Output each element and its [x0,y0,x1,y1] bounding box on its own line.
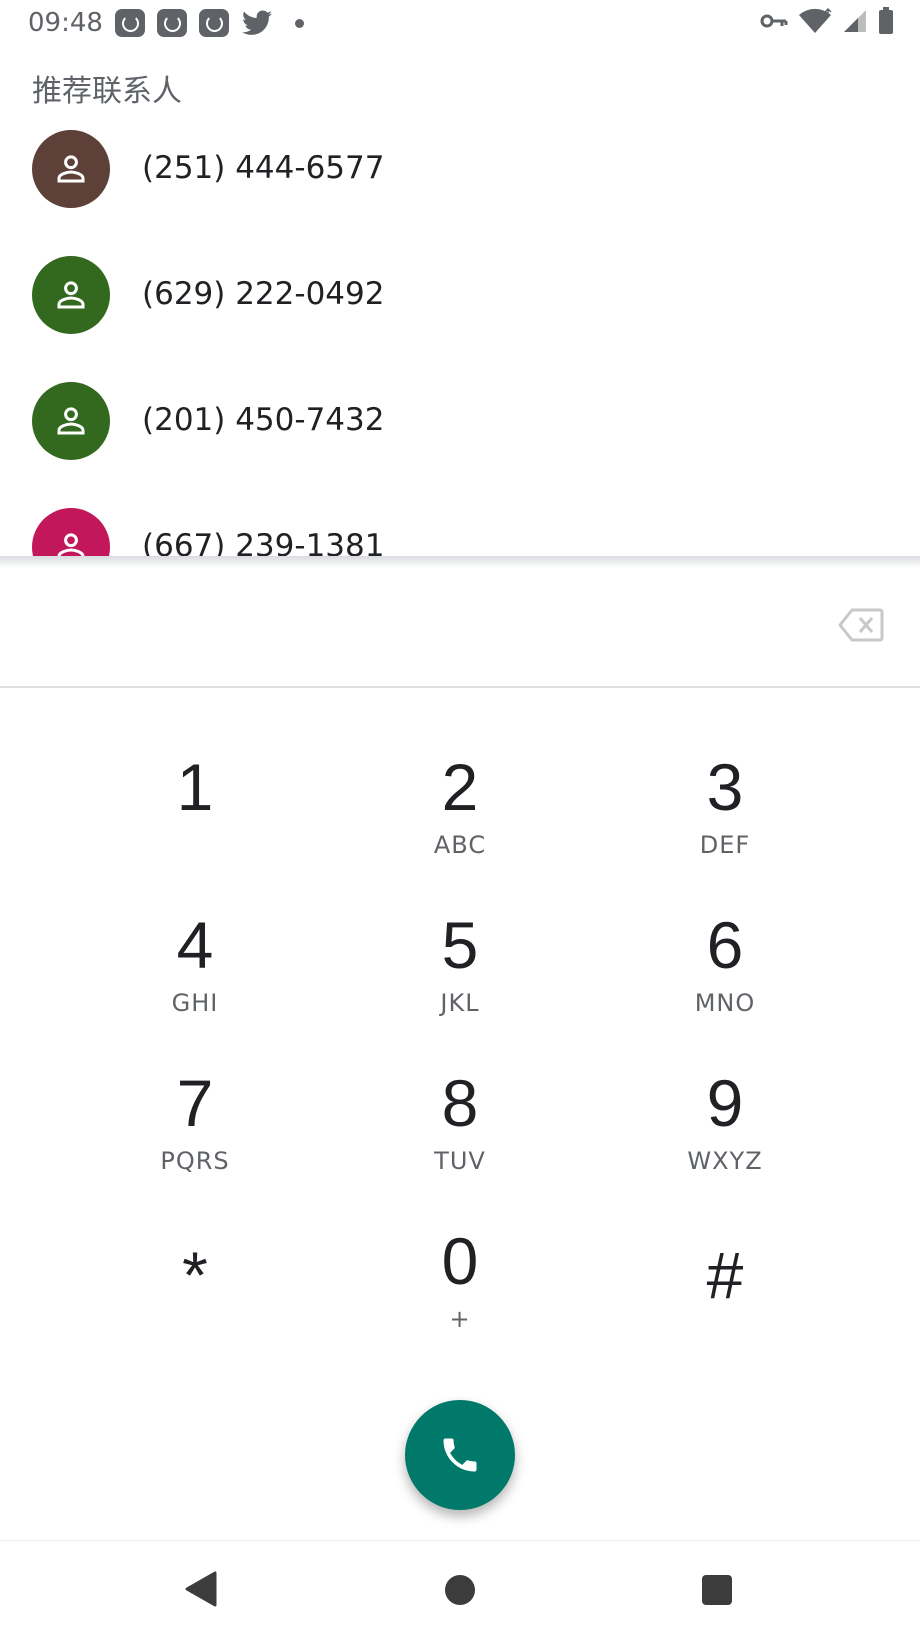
key-3[interactable]: 3 DEF [595,742,855,892]
key-2[interactable]: 2 ABC [330,742,590,892]
key-5[interactable]: 5 JKL [330,900,590,1050]
home-icon[interactable] [445,1575,475,1605]
digits-divider [0,686,920,688]
key-digit: 3 [706,750,744,824]
key-digit: 8 [441,1066,479,1140]
contact-row[interactable]: (251) 444-6577 [0,122,920,232]
key-letters: DEF [699,831,751,859]
key-digit: 5 [441,908,479,982]
back-icon[interactable] [183,1571,217,1611]
contact-number: (629) 222-0492 [142,276,385,312]
key-digit: 9 [706,1066,744,1140]
navigation-bar [0,1540,920,1637]
key-8[interactable]: 8 TUV [330,1058,590,1208]
key-letters: + [449,1305,471,1333]
contact-number: (201) 450-7432 [142,402,385,438]
recent-apps-icon[interactable] [702,1575,732,1605]
key-digit: # [706,1238,744,1312]
contact-avatar [32,508,110,556]
dialpad-top-shadow [0,556,920,568]
wifi-icon [798,7,832,39]
key-0[interactable]: 0 + [330,1216,590,1366]
key-9[interactable]: 9 WXYZ [595,1058,855,1208]
app-notification-icon [157,9,187,37]
twitter-icon [241,9,273,37]
status-time: 09:48 [28,8,103,38]
contact-row[interactable]: (201) 450-7432 [0,374,920,484]
key-6[interactable]: 6 MNO [595,900,855,1050]
key-1[interactable]: 1 [65,742,325,892]
contact-avatar [32,256,110,334]
key-pound[interactable]: # [595,1230,855,1380]
more-notifications-dot [295,18,304,28]
phone-icon [443,1438,477,1472]
signal-icon [842,8,868,38]
app-notification-icon [199,9,229,37]
key-digit: * [182,1238,208,1312]
contact-avatar [32,130,110,208]
person-icon [57,533,85,556]
suggested-contacts-header: 推荐联系人 [32,74,182,109]
status-bar: 09:48 [0,0,920,48]
person-icon [57,281,85,309]
person-icon [57,155,85,183]
key-letters: JKL [440,989,480,1017]
backspace-icon[interactable] [838,608,886,644]
key-letters: TUV [434,1147,486,1175]
contact-row[interactable]: (629) 222-0492 [0,248,920,358]
app-notification-icon [115,9,145,37]
key-digit: 7 [176,1066,214,1140]
digits-field[interactable] [0,568,920,686]
key-digit: 0 [441,1224,479,1298]
key-digit: 4 [176,908,214,982]
key-digit: 2 [441,750,479,824]
key-letters: WXYZ [687,1147,763,1175]
contact-number: (667) 239-1381 [142,528,385,556]
notification-icons [115,8,304,38]
key-digit: 1 [176,750,214,824]
call-button[interactable] [405,1400,515,1510]
key-digit: 6 [706,908,744,982]
key-letters: PQRS [160,1147,230,1175]
key-letters: GHI [171,989,219,1017]
key-star[interactable]: * [65,1230,325,1380]
vpn-key-icon [760,11,788,35]
key-letters: MNO [694,989,756,1017]
contact-number: (251) 444-6577 [142,150,385,186]
system-icons [760,7,894,39]
battery-icon [878,7,894,39]
person-icon [57,407,85,435]
contact-row[interactable]: (667) 239-1381 [0,500,920,556]
key-4[interactable]: 4 GHI [65,900,325,1050]
contact-avatar [32,382,110,460]
key-7[interactable]: 7 PQRS [65,1058,325,1208]
suggested-contacts-list: (251) 444-6577 (629) 222-0492 (201) 450-… [0,122,920,556]
key-letters: ABC [433,831,487,859]
